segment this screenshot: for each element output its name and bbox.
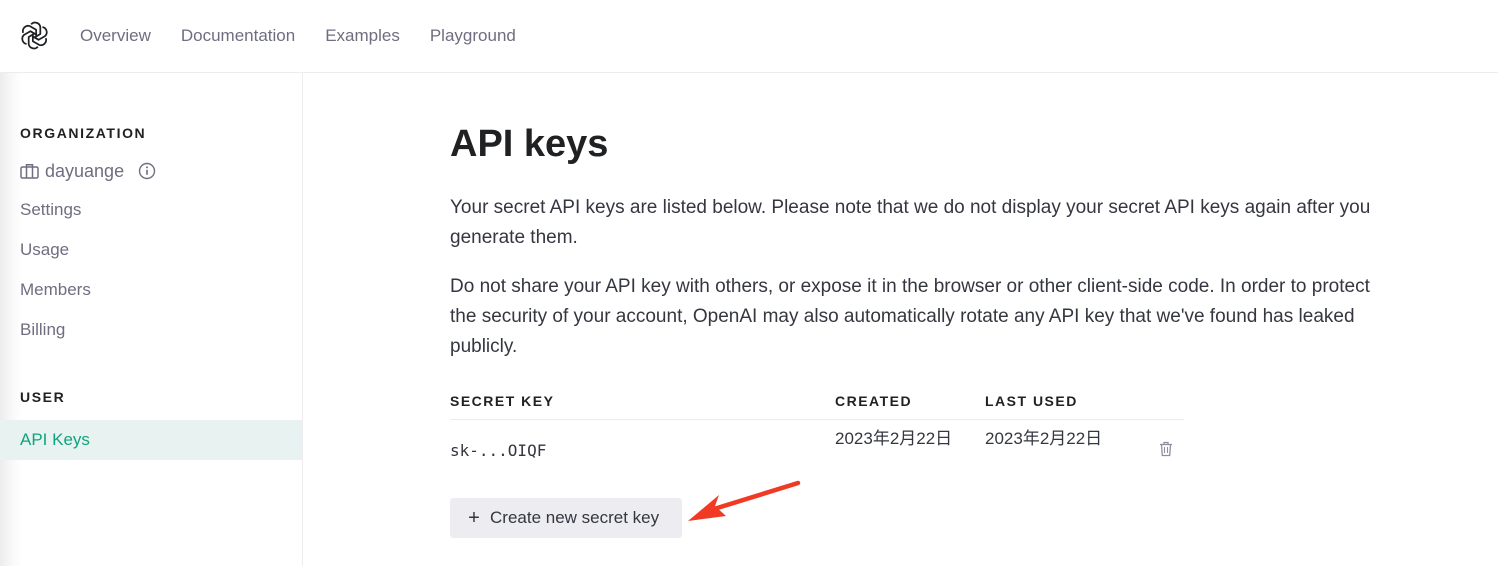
table-header-divider	[450, 419, 1184, 420]
organization-section-title: ORGANIZATION	[20, 125, 147, 141]
org-name: dayuange	[45, 160, 125, 181]
created-date: 2023年2月22日	[835, 429, 953, 448]
sidebar-item-api-keys[interactable]: API Keys	[0, 420, 302, 460]
last-used-date: 2023年2月22日	[985, 429, 1103, 448]
sidebar: ORGANIZATION dayuange Settings Usage Mem…	[0, 73, 303, 566]
create-new-secret-key-button[interactable]: + Create new secret key	[450, 498, 682, 538]
briefcase-icon	[20, 164, 39, 179]
nav-link-documentation[interactable]: Documentation	[181, 26, 295, 46]
create-button-label: Create new secret key	[490, 508, 660, 527]
nav-links: Overview Documentation Examples Playgrou…	[80, 0, 516, 72]
annotation-arrow-icon	[688, 480, 801, 521]
nav-link-overview[interactable]: Overview	[80, 26, 151, 46]
sidebar-item-label: API Keys	[20, 430, 90, 449]
warning-paragraph: Do not share your API key with others, o…	[450, 276, 1370, 357]
column-header-secret-key: SECRET KEY	[450, 393, 555, 409]
user-section-title: USER	[20, 389, 66, 405]
top-nav: Overview Documentation Examples Playgrou…	[0, 0, 1498, 73]
nav-link-playground[interactable]: Playground	[430, 26, 516, 46]
info-icon[interactable]	[138, 162, 156, 180]
nav-link-examples[interactable]: Examples	[325, 26, 400, 46]
trash-icon[interactable]	[1159, 441, 1173, 457]
description-paragraph: Your secret API keys are listed below. P…	[450, 197, 1371, 248]
sidebar-item-usage[interactable]: Usage	[20, 240, 69, 260]
org-selector[interactable]: dayuange	[20, 160, 156, 182]
secret-key-value: sk-...OIQF	[450, 441, 547, 460]
plus-icon: +	[468, 507, 480, 529]
openai-logo-icon[interactable]	[19, 20, 50, 51]
page-title: API keys	[450, 123, 609, 165]
sidebar-item-billing[interactable]: Billing	[20, 320, 65, 340]
sidebar-item-settings[interactable]: Settings	[20, 200, 81, 220]
column-header-created: CREATED	[835, 393, 913, 409]
sidebar-item-members[interactable]: Members	[20, 280, 91, 300]
column-header-last-used: LAST USED	[985, 393, 1078, 409]
